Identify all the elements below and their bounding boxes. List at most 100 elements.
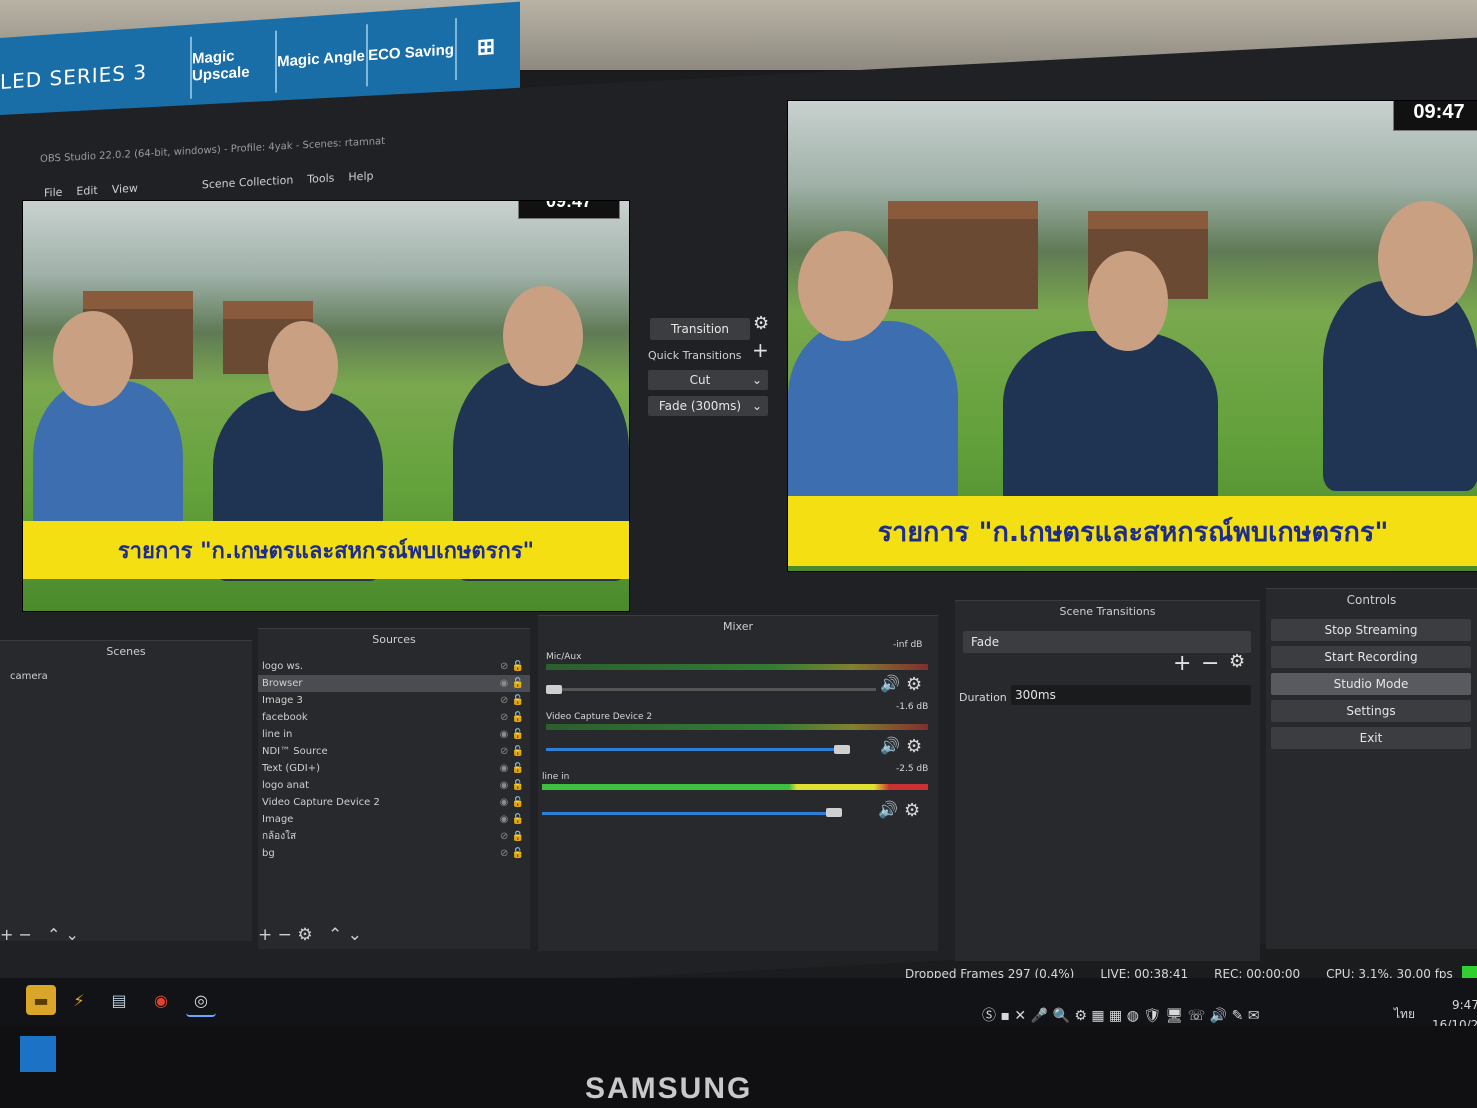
controls-panel: Controls Stop Streaming Start Recording …	[1266, 588, 1477, 949]
remove-source-icon[interactable]: −	[278, 925, 292, 945]
eye-lock-icon[interactable]: ⊘ 🔓	[500, 845, 524, 862]
obs-icon[interactable]: ◎	[186, 985, 216, 1017]
speaker-icon[interactable]: 🔊	[878, 800, 898, 819]
chrome-icon[interactable]: ◉	[146, 985, 176, 1015]
program-person-center	[1003, 331, 1218, 511]
app-icon[interactable]: ⚡	[64, 985, 94, 1015]
move-down-icon[interactable]: ⌄	[348, 925, 362, 945]
fade-transition-button[interactable]: Fade (300ms) ⌄	[648, 396, 768, 416]
source-item[interactable]: Image 3 ⊘ 🔓	[258, 692, 530, 709]
add-source-icon[interactable]: +	[258, 925, 272, 945]
source-label: Image 3	[262, 695, 303, 706]
source-item[interactable]: NDI™ Source ⊘ 🔓	[258, 743, 530, 760]
gear-icon[interactable]: ⚙	[1229, 651, 1245, 672]
gear-icon[interactable]: ⚙	[904, 800, 920, 821]
source-properties-gear-icon[interactable]: ⚙	[297, 925, 312, 945]
preview-canvas[interactable]: 09:47 รายการ "ก.เกษตรและสหกรณ์พบเกษตรกร"	[22, 200, 630, 612]
file-explorer-icon[interactable]: ▬	[26, 985, 56, 1015]
mixer-volume-slider[interactable]	[542, 812, 838, 815]
move-up-icon[interactable]: ⌃	[328, 925, 342, 945]
eye-lock-icon[interactable]: ◉ 🔓	[500, 760, 524, 777]
gear-icon[interactable]: ⚙	[906, 674, 922, 695]
remove-scene-icon[interactable]: −	[19, 925, 32, 944]
transition-select[interactable]: Fade	[963, 631, 1251, 653]
menu-edit[interactable]: Edit	[76, 184, 97, 198]
source-item[interactable]: Text (GDI+) ◉ 🔓	[258, 760, 530, 777]
speaker-icon[interactable]: 🔊	[880, 736, 900, 755]
exit-button[interactable]: Exit	[1271, 727, 1471, 749]
language-indicator[interactable]: ไทย	[1394, 1005, 1415, 1024]
menu-file[interactable]: File	[44, 186, 62, 200]
duration-input[interactable]: 300ms	[1011, 685, 1251, 705]
mixer-meter	[546, 724, 928, 730]
gear-icon[interactable]: ⚙	[906, 736, 922, 757]
source-item[interactable]: Image ◉ 🔓	[258, 811, 530, 828]
start-recording-button[interactable]: Start Recording	[1271, 646, 1471, 668]
source-item[interactable]: Video Capture Device 2 ◉ 🔓	[258, 794, 530, 811]
scene-transitions-title: Scene Transitions	[1059, 605, 1156, 618]
eye-lock-icon[interactable]: ⊘ 🔒	[500, 828, 524, 845]
fade-label: Fade (300ms)	[658, 399, 742, 413]
sources-panel: Sources logo ws. ⊘ 🔓 Browser ◉ 🔓 Image 3 ⊘ …	[258, 628, 530, 949]
program-clock: 09:47	[1393, 101, 1477, 131]
source-item[interactable]: bg ⊘ 🔓	[258, 845, 530, 862]
speaker-icon[interactable]: 🔊	[880, 674, 900, 693]
windows-logo-icon: ⊞	[455, 13, 515, 81]
eye-lock-icon[interactable]: ◉ 🔓	[500, 675, 524, 692]
eye-lock-icon[interactable]: ⊘ 🔓	[500, 692, 524, 709]
transition-select-value: Fade	[971, 635, 1000, 649]
gear-icon[interactable]: ⚙	[753, 313, 769, 334]
mixer-volume-slider[interactable]	[546, 748, 846, 751]
menu-tools[interactable]: Tools	[307, 171, 334, 185]
source-item[interactable]: กล้องใส ⊘ 🔒	[258, 828, 530, 845]
sources-title: Sources	[372, 633, 416, 646]
taskbar-time: 9:47	[1452, 998, 1477, 1012]
add-quick-transition-icon[interactable]: +	[752, 338, 769, 362]
eye-lock-icon[interactable]: ⊘ 🔓	[500, 743, 524, 760]
source-item[interactable]: line in ◉ 🔓	[258, 726, 530, 743]
source-item[interactable]: logo ws. ⊘ 🔓	[258, 658, 530, 675]
eye-lock-icon[interactable]: ◉ 🔓	[500, 726, 524, 743]
mixer-panel: Mixer Mic/Aux -inf dB 🔊 ⚙ Video Capture …	[538, 615, 938, 951]
controls-title: Controls	[1346, 593, 1397, 607]
move-down-icon[interactable]: ⌄	[66, 925, 79, 944]
add-scene-icon[interactable]: +	[0, 925, 13, 944]
app-icon[interactable]: ▤	[104, 985, 134, 1015]
eye-lock-icon[interactable]: ◉ 🔓	[500, 794, 524, 811]
menu-help[interactable]: Help	[348, 169, 373, 183]
system-tray-icons[interactable]: Ⓢ ▪ ✕ 🎤 🔍 ⚙ ▦ ▦ ◍ 🛡 🖥 ☏ 🔊 ✎ ✉	[982, 1005, 1260, 1025]
mixer-volume-slider[interactable]	[546, 688, 876, 691]
studio-mode-button[interactable]: Studio Mode	[1271, 673, 1471, 695]
mixer-volume-knob[interactable]	[834, 745, 850, 754]
menu-view[interactable]: View	[112, 182, 138, 196]
scene-item-camera[interactable]: camera	[0, 668, 252, 685]
stop-streaming-button[interactable]: Stop Streaming	[1271, 619, 1471, 641]
eye-lock-icon[interactable]: ◉ 🔓	[500, 811, 524, 828]
mixer-volume-knob[interactable]	[546, 685, 562, 694]
chevron-down-icon: ⌄	[751, 399, 762, 413]
add-transition-icon[interactable]: +	[1173, 651, 1191, 676]
led-series-logo: LED SERIES 3	[0, 59, 148, 94]
remove-transition-icon[interactable]: −	[1201, 651, 1219, 676]
settings-button[interactable]: Settings	[1271, 700, 1471, 722]
program-person-left	[788, 321, 958, 511]
move-up-icon[interactable]: ⌃	[47, 925, 60, 944]
preview-head-center	[268, 321, 338, 411]
preview-head-left	[53, 311, 133, 406]
program-head-left	[798, 231, 893, 341]
source-label: line in	[262, 729, 293, 740]
program-head-right	[1378, 201, 1473, 316]
transition-button[interactable]: Transition	[650, 318, 750, 340]
cut-transition-button[interactable]: Cut ⌄	[648, 370, 768, 390]
source-item[interactable]: facebook ⊘ 🔓	[258, 709, 530, 726]
eye-lock-icon[interactable]: ◉ 🔓	[500, 777, 524, 794]
source-item-selected[interactable]: Browser ◉ 🔓	[258, 675, 530, 692]
mixer-volume-knob[interactable]	[826, 808, 842, 817]
source-label: Image	[262, 814, 294, 825]
program-canvas: 09:47 รายการ "ก.เกษตรและสหกรณ์พบเกษตรกร"	[787, 100, 1477, 572]
eye-lock-icon[interactable]: ⊘ 🔓	[500, 658, 524, 675]
source-item[interactable]: logo anat ◉ 🔓	[258, 777, 530, 794]
source-label: กล้องใส	[262, 831, 297, 842]
mixer-channel-name: line in	[542, 772, 570, 782]
eye-lock-icon[interactable]: ⊘ 🔓	[500, 709, 524, 726]
